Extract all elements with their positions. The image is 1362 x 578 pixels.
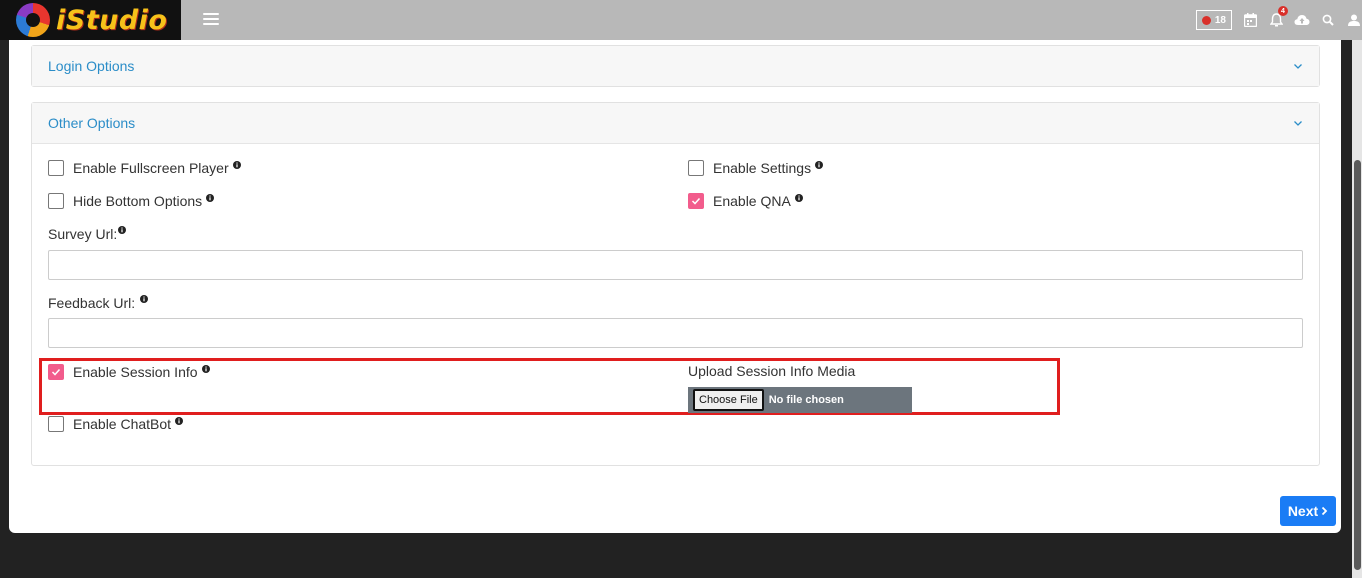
login-options-title: Login Options: [48, 58, 135, 74]
enable-qna-checkbox[interactable]: [688, 193, 704, 209]
survey-url-label: Survey Url:: [48, 226, 127, 242]
info-icon: [815, 161, 824, 169]
checkmark-icon: [51, 368, 61, 376]
enable-settings-checkbox[interactable]: [688, 160, 704, 176]
choose-file-button[interactable]: Choose File: [693, 389, 764, 411]
notification-count-badge: 4: [1278, 6, 1288, 16]
logo-mark-icon: [16, 3, 50, 37]
option-enable-session-info: Enable Session Info: [48, 364, 210, 380]
main-content: Login Options Other Options Next: [9, 40, 1341, 533]
feedback-url-label-text: Feedback Url:: [48, 295, 136, 311]
enable-session-info-label: Enable Session Info: [73, 364, 198, 380]
option-hide-bottom-options: Hide Bottom Options: [48, 193, 215, 209]
option-fullscreen-player: Enable Fullscreen Player: [48, 160, 241, 176]
recording-badge[interactable]: 18: [1195, 10, 1232, 30]
file-upload-input[interactable]: Choose File No file chosen: [688, 387, 912, 413]
enable-session-info-checkbox[interactable]: [48, 364, 64, 380]
other-options-header[interactable]: Other Options: [32, 103, 1319, 143]
search-icon[interactable]: [1320, 12, 1336, 28]
fullscreen-player-label: Enable Fullscreen Player: [73, 160, 229, 176]
top-bar: iStudio 18 4: [0, 0, 1362, 40]
enable-chatbot-label: Enable ChatBot: [73, 416, 172, 432]
fullscreen-player-checkbox[interactable]: [48, 160, 64, 176]
user-icon[interactable]: [1346, 12, 1362, 28]
chevron-down-icon: [1294, 121, 1302, 126]
feedback-url-input[interactable]: [48, 318, 1303, 348]
upload-session-info-label: Upload Session Info Media: [688, 363, 856, 379]
option-enable-settings: Enable Settings: [688, 160, 824, 176]
chevron-down-icon: [1294, 64, 1302, 69]
survey-url-input[interactable]: [48, 250, 1303, 280]
enable-settings-label: Enable Settings: [713, 160, 812, 176]
recording-dot-icon: [1201, 15, 1211, 25]
top-right-toolbar: 18 4: [1195, 0, 1362, 40]
hide-bottom-options-label: Hide Bottom Options: [73, 193, 203, 209]
other-options-body: [32, 143, 1319, 465]
chevron-right-icon: [1322, 506, 1328, 516]
checkmark-icon: [691, 197, 701, 205]
scrollbar-thumb[interactable]: [1354, 160, 1361, 570]
info-icon: [794, 194, 803, 202]
page-scrollbar[interactable]: [1352, 40, 1362, 578]
hamburger-menu-icon[interactable]: [203, 13, 219, 27]
info-icon: [118, 226, 127, 234]
next-button[interactable]: Next: [1280, 496, 1336, 526]
info-icon: [201, 365, 210, 373]
info-icon: [206, 194, 215, 202]
app-logo[interactable]: iStudio: [0, 0, 181, 40]
other-options-title: Other Options: [48, 115, 136, 131]
cloud-upload-icon[interactable]: [1294, 12, 1310, 28]
recording-count: 18: [1214, 14, 1226, 26]
login-options-panel: Login Options: [31, 45, 1320, 87]
calendar-icon[interactable]: [1242, 12, 1258, 28]
info-icon: [140, 295, 149, 303]
login-options-header[interactable]: Login Options: [32, 46, 1319, 86]
feedback-url-label: Feedback Url:: [48, 295, 149, 311]
logo-text: iStudio: [56, 4, 168, 36]
file-status-text: No file chosen: [768, 394, 844, 406]
enable-qna-label: Enable QNA: [713, 193, 791, 209]
bell-icon[interactable]: 4: [1268, 6, 1288, 28]
option-enable-chatbot: Enable ChatBot: [48, 416, 184, 432]
survey-url-label-text: Survey Url:: [48, 226, 118, 242]
info-icon: [175, 417, 184, 425]
info-icon: [232, 161, 241, 169]
next-label: Next: [1287, 503, 1319, 519]
enable-chatbot-checkbox[interactable]: [48, 416, 64, 432]
option-enable-qna: Enable QNA: [688, 193, 803, 209]
hide-bottom-options-checkbox[interactable]: [48, 193, 64, 209]
